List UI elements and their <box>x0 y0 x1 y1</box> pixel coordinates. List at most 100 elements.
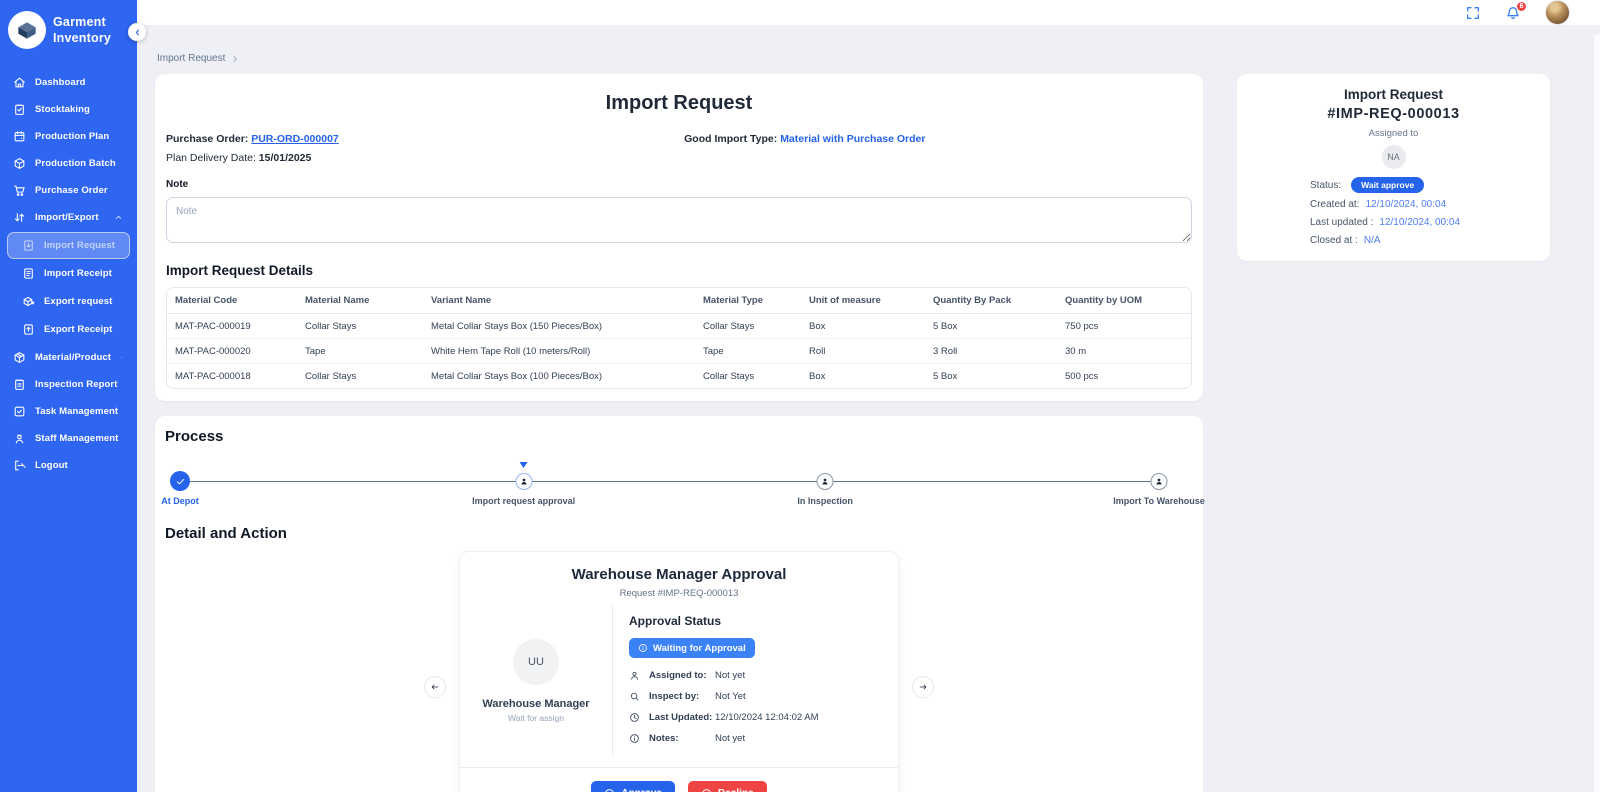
sidebar-item-label: Production Plan <box>35 131 110 142</box>
sidebar-item-import-export[interactable]: Import/Export <box>0 204 137 231</box>
user-avatar[interactable] <box>1545 0 1570 25</box>
approval-status-title: Approval Status <box>629 614 722 628</box>
sidebar-collapse-button[interactable] <box>128 23 146 41</box>
approval-carousel: Warehouse Manager Approval Request #IMP-… <box>165 551 1193 792</box>
purchase-order-line: Purchase Order: PUR-ORD-000007 <box>166 133 684 145</box>
table-cell: White Hem Tape Roll (10 meters/Roll) <box>423 338 695 364</box>
staff-icon <box>13 432 26 445</box>
task-icon <box>13 405 26 418</box>
table-cell: Tape <box>695 338 801 364</box>
fullscreen-button[interactable] <box>1465 5 1481 21</box>
sidebar-item-inspection-report[interactable]: Inspection Report <box>0 371 137 398</box>
purchase-order-link[interactable]: PUR-ORD-000007 <box>251 133 339 145</box>
sidebar-item-purchase-order[interactable]: Purchase Order <box>0 177 137 204</box>
breadcrumb-link[interactable]: Import Request <box>157 53 225 64</box>
sidebar-item-export-receipt[interactable]: Export Receipt <box>7 316 130 343</box>
sidebar-item-production-plan[interactable]: Production Plan <box>0 123 137 150</box>
home-icon <box>13 76 26 89</box>
left-column: Import Request Purchase Order: PUR-ORD-0… <box>155 74 1205 792</box>
summary-title: Import Request <box>1343 87 1443 102</box>
sidebar-item-import-request[interactable]: Import Request <box>7 232 130 259</box>
sidebar-item-export-request[interactable]: Export request <box>7 288 130 315</box>
caret-down-icon <box>519 461 528 468</box>
approval-card-subtitle: Request #IMP-REQ-000013 <box>619 588 739 599</box>
column-header: Material Type <box>695 288 801 314</box>
sidebar-item-label: Stocktaking <box>35 104 90 115</box>
purchase-order-label: Purchase Order: <box>166 133 249 145</box>
approval-field-label: Assigned to: <box>649 670 707 681</box>
sidebar-item-production-batch[interactable]: Production Batch <box>0 150 137 177</box>
good-import-type-value[interactable]: Material with Purchase Order <box>780 133 925 145</box>
summary-rows: Status: Wait approve Created at: 12/10/2… <box>1310 177 1538 247</box>
approval-card-body: UU Warehouse Manager Wait for assign App… <box>460 605 898 756</box>
table-cell: MAT-PAC-000019 <box>167 313 297 339</box>
status-label: Status: <box>1310 179 1342 191</box>
sidebar-item-logout[interactable]: Logout <box>0 452 137 479</box>
status-badge: Wait approve <box>1351 177 1425 193</box>
approval-field-value: Not Yet <box>715 691 746 702</box>
table-cell: Box <box>809 370 826 382</box>
main-column: 6 Import Request Import Request Purchase <box>137 0 1600 792</box>
approval-field-value: 12/10/2024 12:04:02 AM <box>715 712 819 723</box>
logout-icon <box>13 459 26 472</box>
person-icon <box>816 472 834 490</box>
cube-export-icon <box>22 295 35 308</box>
plan-delivery-value: 15/01/2025 <box>258 152 312 164</box>
sidebar-item-dashboard[interactable]: Dashboard <box>0 69 137 96</box>
table-cell: Box <box>801 313 925 339</box>
next-step-button[interactable] <box>912 675 934 698</box>
table-cell: 5 Box <box>933 370 958 382</box>
sidebar-item-task-management[interactable]: Task Management <box>0 398 137 425</box>
doc-import-icon <box>22 239 35 252</box>
approve-button[interactable]: Approve <box>591 781 675 792</box>
sidebar-item-label: Task Management <box>35 406 119 417</box>
decline-button[interactable]: Decline <box>687 781 767 792</box>
status-row: Status: Wait approve <box>1310 177 1538 193</box>
assignee-avatar: NA <box>1381 145 1406 169</box>
details-title: Import Request Details <box>166 263 314 278</box>
chevron-up-icon <box>114 213 123 222</box>
column-header: Unit of measure <box>801 288 925 314</box>
sidebar: Garment Inventory Dashboard Stocktaking Pr… <box>0 0 146 792</box>
notification-badge: 6 <box>1516 0 1527 12</box>
process-step-3: In Inspection <box>797 471 853 506</box>
closed-at-row: Closed at : N/A <box>1310 234 1538 247</box>
sidebar-item-label: Logout <box>35 460 68 471</box>
cube-icon <box>13 157 26 170</box>
person-icon <box>1150 472 1168 490</box>
process-step-2: Import request approval <box>472 461 575 506</box>
previous-step-button[interactable] <box>424 675 446 698</box>
content: Import Request Import Request Purchase O… <box>137 25 1600 792</box>
sidebar-item-import-receipt[interactable]: Import Receipt <box>7 260 130 287</box>
closed-at-value: N/A <box>1363 235 1381 246</box>
approval-field-value: Not yet <box>715 670 746 681</box>
note-input[interactable] <box>166 197 1192 243</box>
sidebar-item-material-product[interactable]: Material/Product <box>0 344 137 371</box>
table-cell: 3 Roll <box>925 338 1057 364</box>
table-cell: Metal Collar Stays Box (100 Pieces/Box) <box>431 370 603 382</box>
notifications-button[interactable]: 6 <box>1505 0 1527 21</box>
approval-field-row: Inspect by: Not Yet <box>629 691 888 702</box>
brand-name: Garment Inventory <box>53 14 112 45</box>
cart-icon <box>13 184 26 197</box>
approver-panel: UU Warehouse Manager Wait for assign <box>460 605 612 756</box>
summary-request-id: #IMP-REQ-000013 <box>1327 106 1460 122</box>
table-cell: Collar Stays <box>703 370 755 382</box>
approval-field-value: Not yet <box>715 733 746 744</box>
approval-field-label: Last Updated: <box>649 712 713 723</box>
timeline-line <box>180 480 1159 482</box>
assigned-to-label: Assigned to <box>1368 128 1419 139</box>
calendar-icon <box>13 130 26 143</box>
breadcrumb: Import Request <box>157 53 1550 64</box>
approver-role-name: Warehouse Manager <box>482 697 590 710</box>
process-step-label: Import To Warehouse <box>1113 496 1205 506</box>
sidebar-item-staff-management[interactable]: Staff Management <box>0 425 137 452</box>
sidebar-item-stocktaking[interactable]: Stocktaking <box>0 96 137 123</box>
process-step-1: At Depot <box>161 471 199 506</box>
approval-field-label: Notes: <box>649 733 679 744</box>
page-title: Import Request <box>605 92 753 114</box>
table-cell: Collar Stays <box>305 370 357 382</box>
table-cell: 30 m <box>1057 338 1191 364</box>
note-label: Note <box>166 179 189 190</box>
column-header: Quantity By Pack <box>925 288 1057 314</box>
